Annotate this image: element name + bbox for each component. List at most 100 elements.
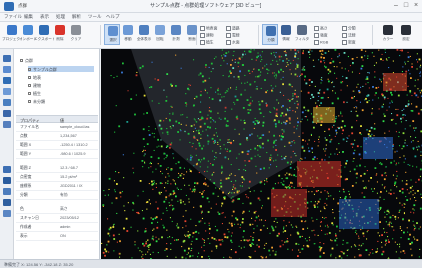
point-cloud-point [180,201,182,204]
profile-tool-icon[interactable] [3,177,11,184]
volume-tool-icon[interactable] [3,166,11,173]
point-cloud-point [214,139,216,142]
point-cloud-point [170,183,172,185]
point-cloud-point [219,152,221,154]
area-tool-icon[interactable] [3,121,11,128]
point-cloud-point [321,77,323,79]
point-cloud-point [264,180,266,182]
tree-item[interactable]: 建物 [28,83,41,89]
point-cloud-point [157,138,159,141]
point-cloud-point [113,250,115,252]
point-cloud-point [311,147,313,150]
display-option-checkbox[interactable]: 密度 [342,40,356,46]
point-cloud-point [412,208,414,210]
point-cloud-point [219,145,221,147]
point-cloud-point [416,239,419,241]
layer-checkbox[interactable]: 水面 [226,40,240,46]
settings-button[interactable]: 設定 [398,24,414,45]
expand-icon[interactable] [20,59,23,63]
checkbox-icon[interactable] [28,100,31,104]
point-cloud-point [379,196,381,198]
clear-button[interactable]: クリア [68,24,84,45]
menu-process[interactable]: 処理 [56,14,65,20]
point-cloud-point [377,97,379,99]
minimize-button[interactable]: – [392,2,400,10]
point-cloud-point [375,174,377,176]
point-cloud-point [163,89,165,91]
point-cloud-point [357,83,359,85]
pointer-tool-icon[interactable] [3,55,11,62]
point-cloud-point [169,126,171,128]
point-cloud-point [174,239,176,241]
menu-tools[interactable]: ツール [88,14,102,20]
menu-help[interactable]: ヘルプ [106,14,120,20]
close-button[interactable]: × [412,2,420,10]
snapshot-tool-icon[interactable] [3,210,11,217]
tree-item[interactable]: サンプル点群 [28,67,57,73]
point-cloud-point [320,221,322,223]
tree-root[interactable]: 点群 [20,58,33,64]
pan-tool-icon[interactable] [3,88,11,95]
display-option-checkbox[interactable]: 高さ [314,26,328,32]
point-cloud-point [273,120,275,122]
filter-button[interactable]: フィルタ [294,24,310,45]
point-cloud-point [168,195,170,197]
point-cloud-point [418,178,420,181]
point-cloud-point [187,132,190,135]
checkbox-icon[interactable] [28,76,31,80]
point-cloud-point [332,60,335,63]
point-cloud-point [271,226,273,228]
point-cloud-point [236,191,239,194]
point-cloud-point [308,150,311,153]
property-divider [16,149,98,150]
point-cloud-point [408,69,410,71]
layer-checkbox[interactable]: 電線 [226,33,240,39]
layer-tool-icon[interactable] [3,199,11,206]
display-option-checkbox[interactable]: 法線 [342,33,356,39]
display-option-checkbox[interactable]: RGB [314,40,328,45]
point-cloud-viewport[interactable] [101,49,422,259]
menu-edit[interactable]: 編集 [24,14,33,20]
tree-item[interactable]: 地表 [28,75,41,81]
point-cloud-point [102,205,104,207]
point-cloud-canvas[interactable] [101,49,422,259]
rotate-tool-icon[interactable] [3,99,11,106]
point-cloud-point [407,56,410,59]
point-cloud-point [302,132,304,134]
zoom-in-tool-icon[interactable] [3,66,11,73]
cross-section-button[interactable]: 断面 [184,24,200,45]
checkbox-icon[interactable] [28,68,31,72]
point-cloud-point [188,234,191,236]
measure-tool-icon[interactable] [3,110,11,117]
menu-file[interactable]: ファイル [4,14,22,20]
point-cloud-point [299,251,301,253]
layer-checkbox[interactable]: 植生 [200,40,214,46]
zoom-out-tool-icon[interactable] [3,77,11,84]
layer-checkbox[interactable]: 建物 [200,33,214,39]
checkbox-icon[interactable] [28,92,31,96]
checkbox-icon[interactable] [28,84,31,88]
tree-item[interactable]: 未分類 [28,99,45,105]
display-option-checkbox[interactable]: 強度 [314,33,328,39]
layer-checkbox[interactable]: 地表面 [200,26,217,32]
point-cloud-point [294,142,296,144]
menu-view[interactable]: 表示 [40,14,49,20]
point-cloud-point [417,149,419,151]
grid-tool-icon[interactable] [3,188,11,195]
point-cloud-point [409,243,412,245]
point-cloud-point [206,170,208,172]
point-cloud-point [281,178,283,180]
point-cloud-point [221,57,223,59]
point-cloud-point [277,182,279,184]
point-cloud-point [276,60,278,62]
maximize-button[interactable]: □ [402,2,410,10]
display-option-checkbox[interactable]: 分類 [342,26,356,32]
menu-analysis[interactable]: 解析 [72,14,81,20]
layer-checkbox[interactable]: 道路 [226,26,240,32]
tree-item[interactable]: 植生 [28,91,41,97]
point-cloud-point [356,86,358,88]
point-cloud-point [172,153,174,155]
color-button[interactable]: カラー [380,24,396,45]
point-cloud-point [208,66,210,68]
point-cloud-point [206,92,208,94]
